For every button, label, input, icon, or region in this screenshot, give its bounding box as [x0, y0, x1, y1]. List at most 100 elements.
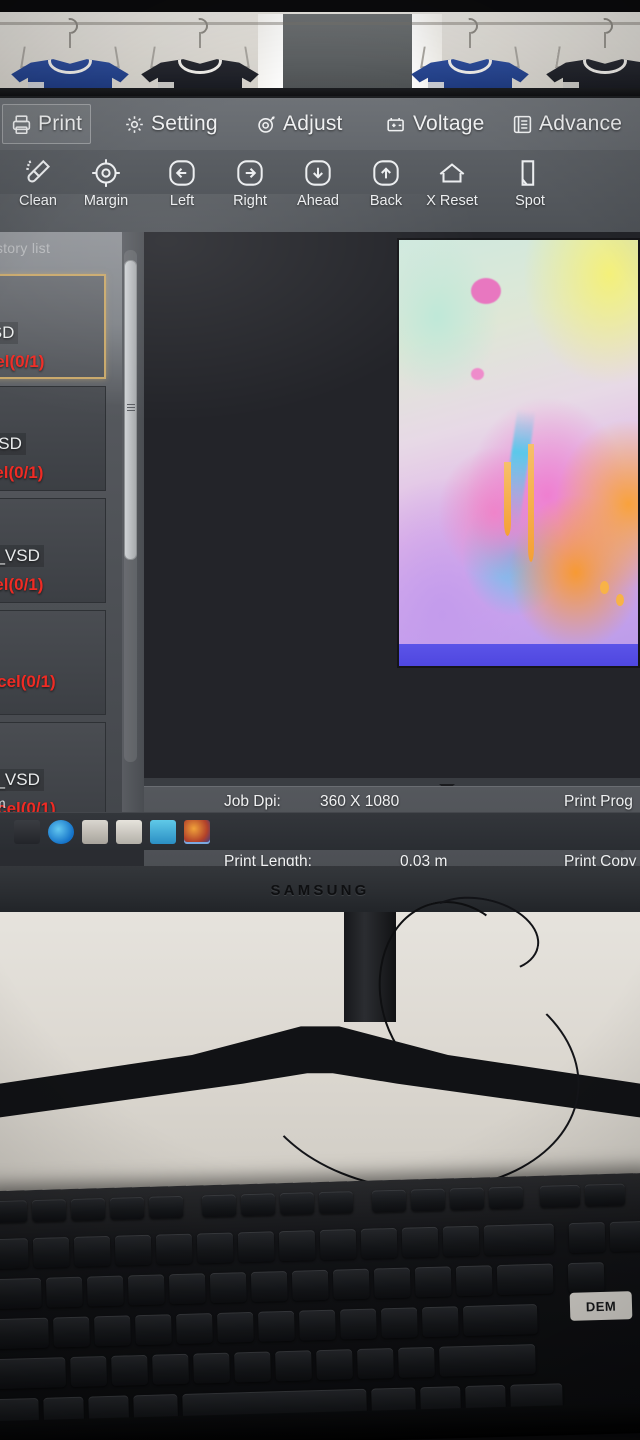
- backspace-key[interactable]: [483, 1223, 555, 1256]
- key[interactable]: [217, 1311, 254, 1343]
- key[interactable]: [609, 1220, 640, 1252]
- key[interactable]: [148, 1195, 184, 1219]
- key[interactable]: [319, 1229, 357, 1261]
- menu-item-adjust[interactable]: Adjust: [248, 104, 351, 144]
- key[interactable]: [53, 1316, 90, 1348]
- key[interactable]: [496, 1263, 554, 1296]
- key[interactable]: [193, 1352, 230, 1384]
- key[interactable]: [114, 1234, 152, 1266]
- menu-item-advance[interactable]: Advance: [504, 104, 630, 144]
- key[interactable]: [196, 1232, 234, 1264]
- key[interactable]: [176, 1313, 213, 1345]
- key[interactable]: [360, 1227, 398, 1259]
- enter-key[interactable]: [462, 1303, 538, 1337]
- key[interactable]: [240, 1193, 276, 1217]
- tool-x-reset[interactable]: X Reset: [416, 156, 488, 209]
- terminal-icon[interactable]: [14, 820, 40, 844]
- job-list-item[interactable]: s_VSD ancel(0/1): [0, 386, 106, 491]
- key[interactable]: [168, 1273, 206, 1305]
- key[interactable]: [421, 1306, 459, 1338]
- key[interactable]: [488, 1186, 524, 1210]
- key[interactable]: [291, 1269, 329, 1301]
- key[interactable]: [278, 1230, 316, 1262]
- key[interactable]: [410, 1188, 446, 1212]
- menu-item-voltage[interactable]: Voltage: [378, 104, 492, 144]
- capslock-key[interactable]: [0, 1317, 49, 1350]
- key[interactable]: [279, 1192, 315, 1216]
- key[interactable]: [339, 1308, 377, 1340]
- key[interactable]: [539, 1184, 581, 1208]
- key[interactable]: [298, 1309, 336, 1341]
- key[interactable]: [127, 1274, 165, 1306]
- key[interactable]: [135, 1314, 172, 1346]
- folder-icon[interactable]: [82, 820, 108, 844]
- key[interactable]: [455, 1265, 493, 1297]
- key[interactable]: [373, 1267, 411, 1299]
- page-icon: [521, 160, 535, 186]
- tool-left[interactable]: Left: [146, 156, 218, 209]
- key[interactable]: [316, 1349, 353, 1381]
- key[interactable]: [380, 1307, 418, 1339]
- key[interactable]: [31, 1199, 67, 1223]
- key[interactable]: [401, 1226, 439, 1258]
- menu-item-setting[interactable]: Setting: [116, 104, 226, 144]
- key[interactable]: [584, 1183, 626, 1207]
- key[interactable]: [94, 1315, 131, 1347]
- tab-key[interactable]: [0, 1277, 42, 1310]
- history-list-panel[interactable]: History list _VSD ancel(0/1) s_VSD ancel…: [0, 232, 122, 812]
- tool-right[interactable]: Right: [214, 156, 286, 209]
- keyboard[interactable]: [0, 1172, 640, 1440]
- keyboard-qwerty-row[interactable]: [0, 1262, 605, 1310]
- key[interactable]: [568, 1222, 606, 1254]
- job-list-item[interactable]: rt ass_VSD ancel(0/1): [0, 498, 106, 603]
- key[interactable]: [70, 1356, 108, 1388]
- windows-taskbar[interactable]: m: [0, 795, 640, 850]
- key[interactable]: [32, 1237, 70, 1269]
- shift-key[interactable]: [0, 1357, 67, 1390]
- key[interactable]: [414, 1266, 452, 1298]
- key[interactable]: [257, 1310, 295, 1342]
- key[interactable]: [250, 1270, 288, 1302]
- tool-clean[interactable]: Clean: [2, 156, 74, 209]
- key[interactable]: [398, 1346, 435, 1378]
- keyboard-bottom-letter-row[interactable]: [0, 1344, 536, 1390]
- key[interactable]: [209, 1272, 247, 1304]
- tool-ahead[interactable]: Ahead: [282, 156, 354, 209]
- print-preview-canvas[interactable]: [144, 232, 640, 778]
- key[interactable]: [449, 1187, 485, 1211]
- job-list-item[interactable]: _VSD ancel(0/1): [0, 274, 106, 379]
- key[interactable]: [155, 1233, 193, 1265]
- key[interactable]: [567, 1262, 605, 1294]
- key[interactable]: [0, 1200, 28, 1224]
- tool-back[interactable]: Back: [350, 156, 422, 209]
- key[interactable]: [45, 1276, 83, 1308]
- tool-margin[interactable]: Margin: [70, 156, 142, 209]
- key[interactable]: [237, 1231, 275, 1263]
- job-list-item[interactable]: ass_VSD Cancel(0/1): [0, 722, 106, 812]
- key[interactable]: [332, 1268, 370, 1300]
- key[interactable]: [234, 1351, 271, 1383]
- calendar-icon[interactable]: [116, 820, 142, 844]
- keyboard-home-row[interactable]: [0, 1303, 538, 1350]
- key[interactable]: [70, 1198, 106, 1221]
- key[interactable]: [152, 1353, 189, 1385]
- edge-browser-icon[interactable]: [48, 820, 74, 844]
- key[interactable]: [201, 1194, 237, 1218]
- key[interactable]: [371, 1189, 407, 1213]
- demo-key-sticker[interactable]: DEM: [569, 1291, 633, 1321]
- key[interactable]: [275, 1350, 312, 1382]
- key[interactable]: [86, 1275, 124, 1307]
- key[interactable]: [73, 1235, 111, 1267]
- key[interactable]: [357, 1348, 394, 1380]
- key[interactable]: [442, 1225, 480, 1257]
- menu-item-print[interactable]: Print: [2, 104, 92, 144]
- key[interactable]: [318, 1191, 354, 1215]
- explorer-icon[interactable]: [150, 820, 176, 844]
- job-list-item[interactable]: Cancel(0/1): [0, 610, 106, 715]
- printer-app-icon[interactable]: [184, 820, 210, 844]
- key[interactable]: [109, 1196, 145, 1220]
- tool-spot[interactable]: Spot: [494, 156, 566, 209]
- right-shift-key[interactable]: [439, 1344, 536, 1377]
- key[interactable]: [111, 1354, 148, 1386]
- key[interactable]: [0, 1238, 29, 1270]
